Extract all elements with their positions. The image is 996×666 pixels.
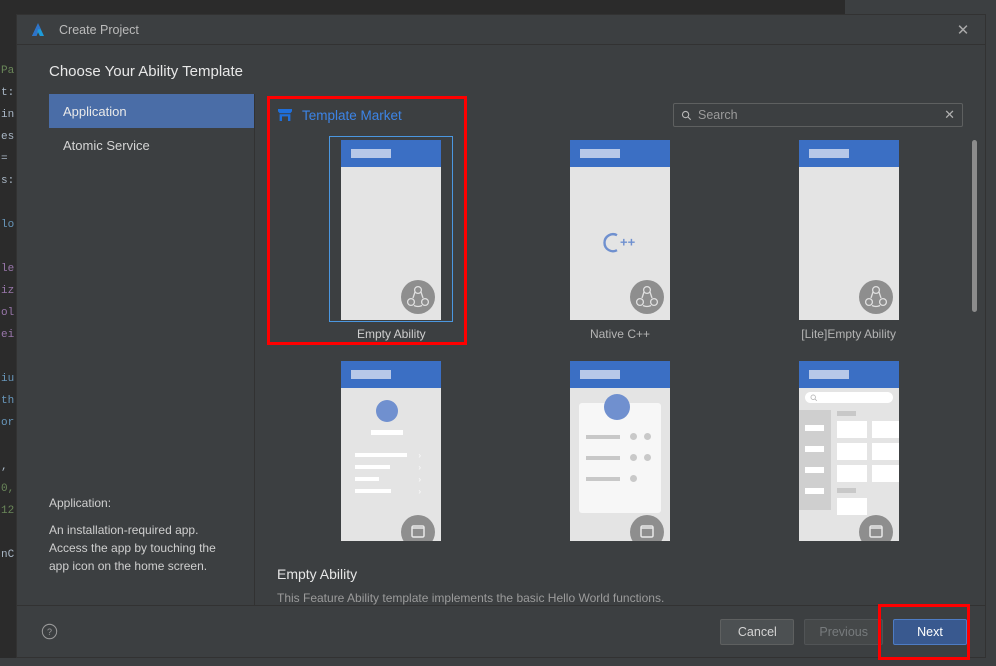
store-icon [278,109,292,121]
template-card-label: [Lite]Empty Ability [801,327,897,341]
template-market-link[interactable]: Template Market [277,107,402,123]
template-card-lite-empty-ability[interactable]: [Lite]Empty Ability [734,136,963,341]
device-badge-icon [858,515,893,541]
main-panel: Template Market ✕ [255,94,985,605]
template-card-catalog[interactable] [734,357,963,548]
search-box[interactable]: ✕ [673,103,963,127]
thumb-search-icon [810,394,817,402]
help-circle-icon[interactable]: ? [41,623,58,640]
template-card-empty-ability[interactable]: Empty Ability [277,136,506,341]
template-description-title: Empty Ability [277,566,358,582]
sidebar-item-atomic-service[interactable]: Atomic Service [49,128,254,162]
template-thumbnail: › › › › [341,361,442,541]
svg-text:++: ++ [620,234,636,249]
close-icon[interactable]: ✕ [941,15,985,44]
cancel-button[interactable]: Cancel [720,618,795,645]
sidebar-item-label: Atomic Service [63,137,150,153]
create-project-dialog: Create Project ✕ Choose Your Ability Tem… [16,14,986,658]
template-card-label: Native C++ [589,327,650,341]
template-grid: Empty Ability ++ Native C++ [Lite]Empty … [277,136,963,548]
sidebar-item-application[interactable]: Application [49,94,254,128]
template-grid-scroll: Empty Ability ++ Native C++ [Lite]Empty … [255,136,985,556]
template-card-label: Empty Ability [356,327,426,341]
ability-badge-icon [858,280,893,314]
template-description-body: This Feature Ability template implements… [277,591,665,605]
page-title: Choose Your Ability Template [49,63,244,80]
device-badge-icon [629,515,664,541]
template-market-label: Template Market [302,107,402,123]
template-card-native-cpp[interactable]: ++ Native C++ [506,136,735,341]
template-card-list[interactable]: › › › › [277,357,506,548]
footer-buttons: Cancel Previous Next [720,618,967,645]
clear-search-icon[interactable]: ✕ [944,107,955,123]
dialog-body: Application Atomic Service Application: … [17,94,985,605]
sidebar-description-body: An installation-required app. Access the… [49,523,216,573]
ide-bottom-band [0,658,996,666]
template-thumbnail: ++ [569,140,670,320]
deveco-logo-icon [32,22,44,36]
template-thumbnail [798,140,899,320]
template-thumbnail [569,361,670,541]
sidebar-description-title: Application: [49,496,112,510]
template-description: Empty Ability This Feature Ability templ… [255,556,985,605]
ability-badge-icon [401,280,436,314]
device-badge-icon [401,515,436,541]
ability-badge-icon [629,280,664,314]
sidebar: Application Atomic Service Application: … [17,94,255,605]
sidebar-item-label: Application [63,103,127,119]
ide-right-band [986,14,996,666]
template-grid-scrollbar[interactable] [972,140,977,312]
sidebar-description: Application: An installation-required ap… [49,496,254,605]
dialog-title: Create Project [59,22,139,37]
ide-top-right-band [845,0,996,14]
svg-text:?: ? [47,627,52,637]
dialog-titlebar: Create Project ✕ [17,15,985,45]
template-thumbnail [798,361,899,541]
next-button[interactable]: Next [893,618,967,645]
dialog-footer: ? Cancel Previous Next [17,605,985,657]
main-toolbar: Template Market ✕ [255,94,985,136]
template-thumbnail [341,140,442,320]
previous-button: Previous [804,618,883,645]
cpp-glyph-icon: ++ [603,232,636,252]
template-card-profile[interactable] [506,357,735,548]
search-input[interactable] [698,108,939,122]
search-icon [681,110,692,120]
